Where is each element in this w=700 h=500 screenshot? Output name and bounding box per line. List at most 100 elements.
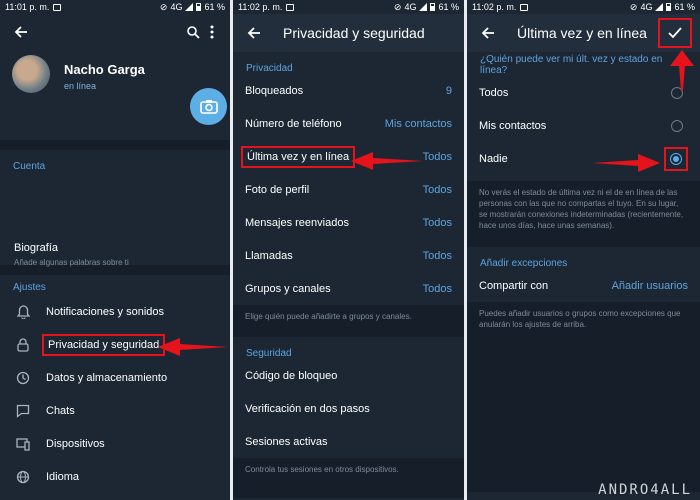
privacy-item-blocked[interactable]: Bloqueados 9 bbox=[233, 74, 464, 107]
privacy-item-forwarded[interactable]: Mensajes reenviados Todos bbox=[233, 206, 464, 239]
app-bar bbox=[0, 14, 230, 50]
sessions-note: Controla tus sesiones en otros dispositi… bbox=[233, 458, 464, 498]
item-value: Todos bbox=[422, 282, 452, 295]
privacy-item-groups[interactable]: Grupos y canales Todos bbox=[233, 272, 464, 305]
camera-icon bbox=[199, 100, 218, 114]
radio-button-selected[interactable] bbox=[670, 152, 682, 165]
settings-item-data[interactable]: Datos y almacenamiento bbox=[0, 361, 230, 394]
item-value: Todos bbox=[422, 183, 452, 196]
privacy-item-phone[interactable]: Número de teléfono Mis contactos bbox=[233, 107, 464, 140]
settings-item-devices[interactable]: Dispositivos bbox=[0, 427, 230, 460]
settings-screen: 11:01 p. m. ⊘ 4G 61 % Nacho Garga en lín… bbox=[0, 0, 230, 500]
avatar[interactable] bbox=[12, 55, 50, 93]
watermark-logo: ANDRO4ALL bbox=[598, 482, 692, 498]
settings-header: Ajustes bbox=[13, 282, 46, 293]
battery-icon bbox=[430, 3, 436, 11]
option-my-contacts[interactable]: Mis contactos bbox=[467, 109, 700, 142]
last-seen-screen: 11:02 p. m. ⊘ 4G 61 % Última vez y en lí… bbox=[467, 0, 700, 500]
settings-item-chats[interactable]: Chats bbox=[0, 394, 230, 427]
settings-item-label: Notificaciones y sonidos bbox=[46, 305, 165, 318]
account-section: Cuenta Biografía Añade algunas palabras … bbox=[0, 150, 230, 267]
last-seen-note: No verás el estado de última vez ni el d… bbox=[467, 181, 700, 247]
item-value: Todos bbox=[422, 216, 452, 229]
status-time: 11:02 p. m. bbox=[472, 2, 517, 12]
set-photo-button[interactable] bbox=[190, 88, 227, 125]
back-arrow-icon[interactable] bbox=[477, 22, 499, 44]
bio-item[interactable]: Biografía Añade algunas palabras sobre t… bbox=[0, 242, 230, 267]
globe-icon bbox=[14, 470, 32, 484]
confirm-check-icon[interactable] bbox=[658, 18, 692, 48]
battery-level: 61 % bbox=[674, 2, 695, 12]
image-notification-icon bbox=[520, 3, 529, 11]
status-bar: 11:02 p. m. ⊘ 4G 61 % bbox=[233, 0, 464, 14]
mute-icon: ⊘ bbox=[159, 1, 168, 12]
item-label: Verificación en dos pasos bbox=[245, 402, 370, 415]
signal-icon bbox=[419, 3, 428, 11]
radio-button[interactable] bbox=[671, 119, 683, 132]
search-icon[interactable] bbox=[182, 21, 204, 43]
app-bar: Privacidad y seguridad bbox=[233, 14, 464, 52]
battery-icon bbox=[666, 3, 672, 11]
bio-title: Biografía bbox=[14, 242, 59, 254]
item-label: Grupos y canales bbox=[245, 282, 331, 295]
battery-level: 61 % bbox=[204, 2, 225, 12]
option-label: Mis contactos bbox=[479, 119, 547, 132]
mute-icon: ⊘ bbox=[393, 1, 402, 12]
back-arrow-icon[interactable] bbox=[243, 22, 265, 44]
image-notification-icon bbox=[286, 3, 295, 11]
option-label: Nadie bbox=[479, 152, 508, 165]
chat-icon bbox=[14, 404, 32, 418]
settings-item-label: Privacidad y seguridad bbox=[41, 333, 166, 356]
option-nobody[interactable]: Nadie bbox=[467, 142, 700, 175]
settings-section: Ajustes Notificaciones y sonidos Privaci… bbox=[0, 275, 230, 493]
settings-item-notifications[interactable]: Notificaciones y sonidos bbox=[0, 295, 230, 328]
red-arrow-annotation bbox=[592, 154, 660, 172]
network-type: 4G bbox=[404, 2, 417, 12]
status-bar: 11:02 p. m. ⊘ 4G 61 % bbox=[467, 0, 700, 14]
exceptions-header: Añadir excepciones bbox=[480, 258, 568, 269]
item-label: Bloqueados bbox=[245, 84, 304, 97]
settings-item-language[interactable]: Idioma bbox=[0, 460, 230, 493]
item-value: Todos bbox=[422, 150, 452, 163]
signal-icon bbox=[655, 3, 664, 11]
bell-icon bbox=[14, 304, 32, 319]
red-arrow-up-annotation bbox=[670, 50, 694, 90]
red-arrow-annotation bbox=[351, 152, 423, 170]
share-with-item[interactable]: Compartir con Añadir usuarios bbox=[467, 269, 700, 302]
network-type: 4G bbox=[170, 2, 183, 12]
status-time: 11:02 p. m. bbox=[238, 2, 283, 12]
security-item-sessions[interactable]: Sesiones activas bbox=[233, 425, 464, 458]
page-title: Última vez y en línea bbox=[517, 25, 647, 41]
security-item-2fa[interactable]: Verificación en dos pasos bbox=[233, 392, 464, 425]
back-arrow-icon[interactable] bbox=[10, 21, 32, 43]
option-everyone[interactable]: Todos bbox=[467, 76, 700, 109]
item-label: Sesiones activas bbox=[245, 435, 328, 448]
battery-icon bbox=[196, 3, 202, 11]
item-label: Número de teléfono bbox=[245, 117, 342, 130]
red-arrow-annotation bbox=[158, 338, 228, 356]
item-value: Mis contactos bbox=[384, 117, 452, 130]
item-label: Mensajes reenviados bbox=[245, 216, 349, 229]
app-bar: Última vez y en línea bbox=[467, 14, 700, 52]
security-item-passcode[interactable]: Código de bloqueo bbox=[233, 359, 464, 392]
lock-icon bbox=[14, 337, 32, 352]
more-options-icon[interactable] bbox=[204, 21, 220, 43]
exceptions-note: Puedes añadir usuarios o grupos como exc… bbox=[467, 302, 700, 492]
settings-item-label: Chats bbox=[46, 404, 75, 417]
account-header: Cuenta bbox=[13, 161, 46, 172]
device-icon bbox=[14, 437, 32, 451]
privacy-item-profile-photo[interactable]: Foto de perfil Todos bbox=[233, 173, 464, 206]
selected-highlight bbox=[664, 146, 688, 171]
question-header: ¿Quién puede ver mi últ. vez y estado en… bbox=[480, 54, 663, 76]
privacy-item-calls[interactable]: Llamadas Todos bbox=[233, 239, 464, 272]
mute-icon: ⊘ bbox=[629, 1, 638, 12]
privacy-item-last-seen[interactable]: Última vez y en línea Todos bbox=[233, 140, 464, 173]
item-label: Última vez y en línea bbox=[240, 145, 356, 168]
settings-item-label: Datos y almacenamiento bbox=[46, 371, 168, 384]
share-with-label: Compartir con bbox=[479, 279, 549, 292]
signal-icon bbox=[185, 3, 194, 11]
share-with-value: Añadir usuarios bbox=[611, 279, 688, 292]
security-header: Seguridad bbox=[246, 348, 292, 359]
image-notification-icon bbox=[53, 3, 62, 11]
profile-status: en línea bbox=[64, 81, 97, 91]
